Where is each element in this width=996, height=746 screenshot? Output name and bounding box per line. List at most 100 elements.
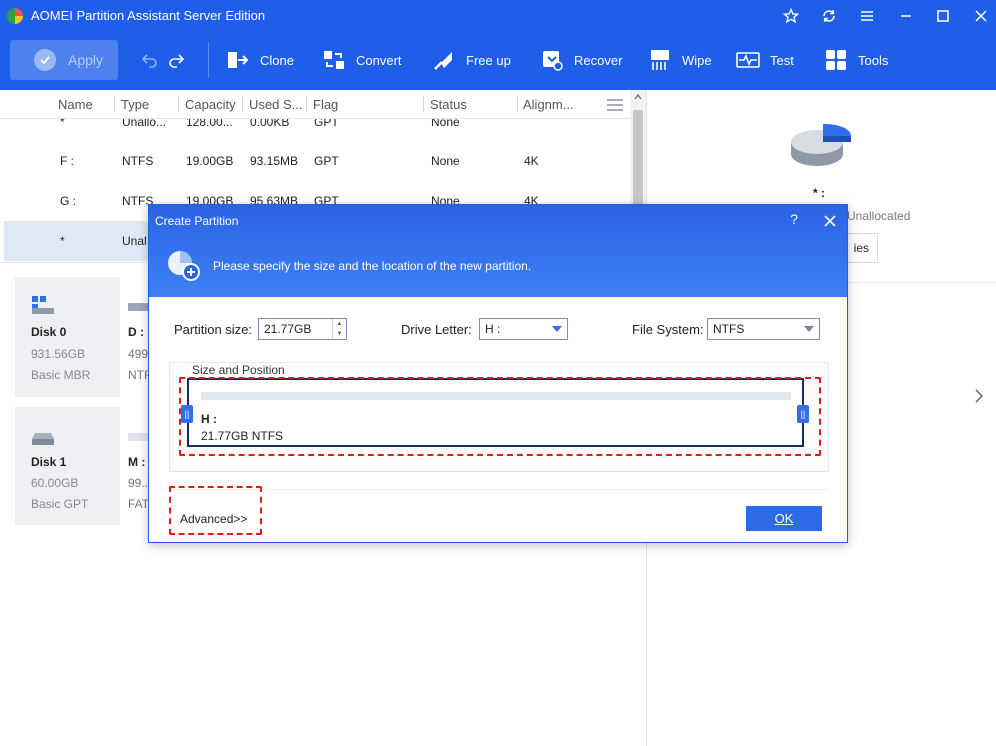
clone-label: Clone	[260, 52, 294, 68]
cell-flag: GPT	[314, 154, 339, 168]
properties-label: ies	[853, 241, 869, 255]
highlight-box-advanced	[169, 486, 262, 535]
partition-fs: FAT	[128, 497, 150, 511]
dialog-header: Create Partition ? Please specify the si…	[149, 205, 847, 297]
column-header-capacity[interactable]: Capacity	[185, 97, 236, 112]
partition-label: M :	[128, 455, 146, 469]
disk-0-panel[interactable]: Disk 0 931.56GB Basic MBR	[15, 277, 120, 397]
wipe-label: Wipe	[682, 52, 712, 68]
refresh-icon[interactable]	[816, 5, 842, 27]
disk-name: Disk 0	[31, 325, 67, 339]
group-title: Size and Position	[190, 363, 287, 377]
partition-size-label: Partition size:	[174, 322, 253, 337]
column-divider[interactable]	[423, 96, 424, 112]
column-divider[interactable]	[517, 96, 518, 112]
column-header-flag[interactable]: Flag	[313, 97, 338, 112]
minimize-icon[interactable]	[893, 5, 919, 27]
disk-1-panel[interactable]: Disk 1 60.00GB Basic GPT	[15, 407, 120, 525]
partition-usage-bar	[128, 433, 150, 441]
scroll-up-icon[interactable]	[634, 94, 642, 100]
column-divider[interactable]	[242, 96, 243, 112]
star-icon[interactable]	[778, 5, 804, 27]
cell-name: F :	[60, 154, 74, 168]
column-header-alignment[interactable]: Alignm...	[523, 97, 574, 112]
chevron-right-icon[interactable]	[973, 388, 985, 404]
free-up-button[interactable]: Free up	[432, 46, 511, 74]
stepper-down-icon[interactable]: ▼	[337, 331, 343, 337]
stepper-up-icon[interactable]: ▲	[337, 321, 343, 327]
drive-letter-select[interactable]: H :	[479, 318, 568, 340]
main-toolbar: Apply Clone Convert Free up Recover Wipe	[0, 32, 996, 90]
wipe-icon	[651, 50, 669, 70]
stepper-arrows[interactable]: ▲ ▼	[332, 319, 346, 339]
recover-button[interactable]: Recover	[540, 46, 622, 74]
free-up-label: Free up	[466, 52, 511, 68]
cell-name: *	[60, 234, 65, 248]
selected-partition-type: Unallocated	[847, 209, 911, 223]
recover-icon	[543, 51, 563, 71]
dropdown-arrow-icon[interactable]	[547, 319, 567, 339]
create-partition-icon	[168, 251, 200, 281]
drive-letter-value: H :	[485, 322, 501, 336]
column-header-type[interactable]: Type	[121, 97, 149, 112]
table-header-overlay: Name Type Capacity Used S... Flag Status…	[0, 90, 630, 119]
dialog-divider	[169, 489, 829, 490]
apply-label: Apply	[68, 52, 104, 68]
disk-size: 60.00GB	[31, 476, 79, 490]
clone-button[interactable]: Clone	[226, 46, 294, 74]
column-header-used-space[interactable]: Used S...	[249, 97, 302, 112]
column-settings-icon[interactable]	[606, 98, 624, 112]
dropdown-arrow-icon[interactable]	[799, 319, 819, 339]
partition-d[interactable]: D : 499 NTF	[120, 277, 151, 397]
test-icon	[736, 52, 760, 68]
menu-icon[interactable]	[854, 5, 880, 27]
column-header-status[interactable]: Status	[430, 97, 467, 112]
dialog-close-icon[interactable]	[821, 212, 839, 230]
maximize-icon[interactable]	[930, 5, 956, 27]
disk-icon	[32, 433, 54, 445]
convert-label: Convert	[356, 52, 402, 68]
help-icon[interactable]: ?	[785, 211, 803, 229]
cell-alignment: 4K	[524, 154, 539, 168]
wipe-button[interactable]: Wipe	[648, 46, 712, 74]
disk-type: Basic MBR	[31, 368, 91, 382]
partition-m[interactable]: M : 99... FAT	[120, 407, 151, 525]
disk-type: Basic GPT	[31, 497, 89, 511]
column-divider[interactable]	[178, 96, 179, 112]
column-header-name[interactable]: Name	[58, 97, 93, 112]
apply-button[interactable]: Apply	[10, 40, 118, 80]
ok-button[interactable]: OK	[746, 506, 822, 531]
partition-usage-bar	[128, 303, 150, 311]
cell-used: 93.15MB	[250, 154, 299, 168]
tools-label: Tools	[858, 52, 889, 68]
partition-size-value: 21.77GB	[264, 322, 312, 336]
app-logo-icon	[7, 8, 23, 24]
dialog-message: Please specify the size and the location…	[213, 259, 532, 273]
close-icon[interactable]	[968, 5, 994, 27]
file-system-label: File System:	[632, 322, 704, 337]
cell-status: None	[431, 154, 460, 168]
column-divider[interactable]	[306, 96, 307, 112]
table-row[interactable]: F : NTFS 19.00GB 93.15MB GPT None 4K	[0, 141, 630, 181]
cell-type: Unal	[122, 234, 147, 248]
convert-icon	[324, 51, 344, 69]
advanced-link[interactable]: Advanced>>	[180, 512, 247, 526]
partition-size-stepper[interactable]: 21.77GB ▲ ▼	[258, 318, 347, 340]
test-button[interactable]: Test	[736, 46, 794, 74]
title-bar: AOMEI Partition Assistant Server Edition	[0, 0, 996, 32]
drive-letter-label: Drive Letter:	[401, 322, 472, 337]
column-divider[interactable]	[114, 96, 115, 112]
tools-button[interactable]: Tools	[824, 46, 888, 74]
free-up-icon	[434, 52, 452, 70]
undo-icon[interactable]	[140, 50, 160, 70]
disk-icon	[32, 296, 54, 314]
disk-size: 931.56GB	[31, 347, 86, 361]
file-system-value: NTFS	[713, 322, 745, 336]
cell-type: NTFS	[122, 154, 154, 168]
partition-size: 499	[128, 347, 149, 361]
dialog-title: Create Partition	[155, 214, 239, 228]
convert-button[interactable]: Convert	[322, 46, 402, 74]
cell-capacity: 19.00GB	[186, 154, 234, 168]
file-system-select[interactable]: NTFS	[707, 318, 820, 340]
redo-icon[interactable]	[166, 50, 186, 70]
